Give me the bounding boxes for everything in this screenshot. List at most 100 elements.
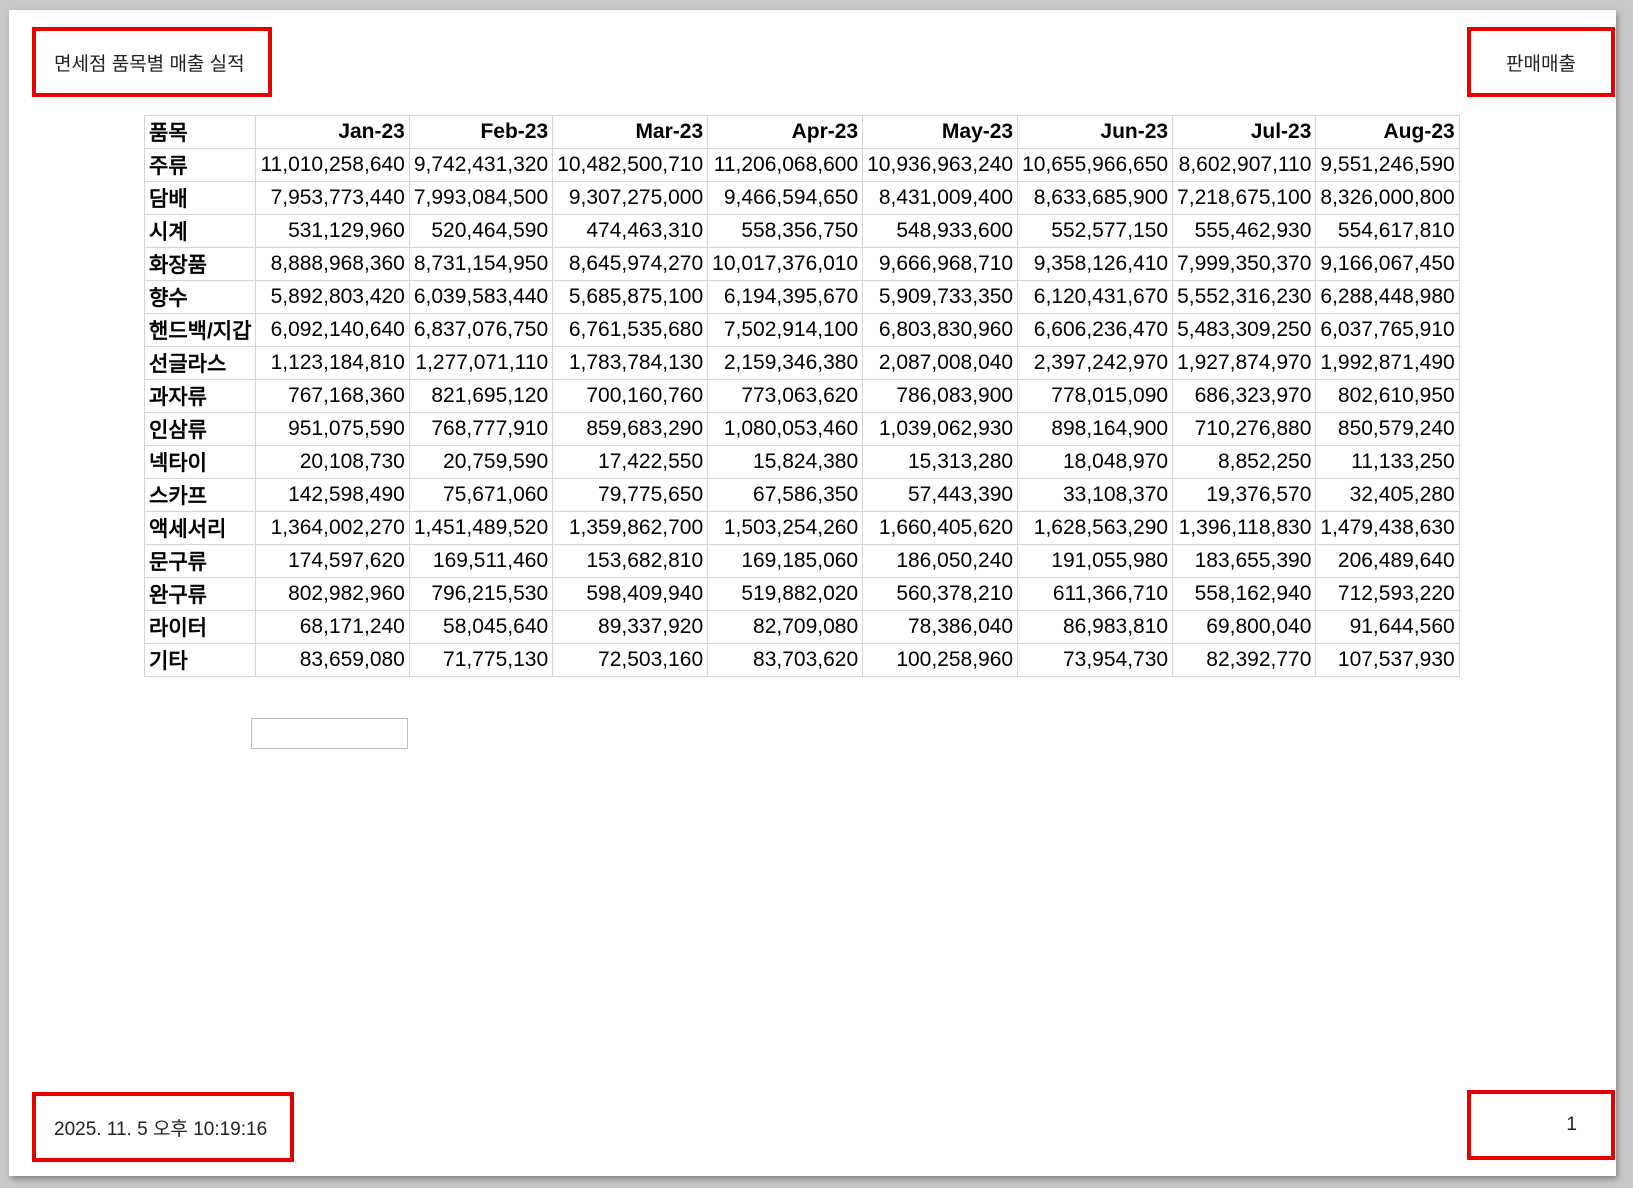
column-header-month: Apr-23 [707, 115, 864, 149]
sales-value-cell: 554,617,810 [1315, 214, 1460, 248]
table-row: 인삼류 951,075,590 768,777,910 859,683,290 1,08… [143, 412, 1460, 446]
sales-value-cell: 6,120,431,670 [1017, 280, 1174, 314]
page-number: 1 [1566, 1114, 1577, 1135]
sales-value-cell: 17,422,550 [552, 445, 709, 479]
column-header-category: 품목 [143, 115, 257, 149]
sales-value-cell: 712,593,220 [1315, 577, 1460, 611]
sales-value-cell: 786,083,900 [862, 379, 1019, 413]
table-row: 화장품 8,888,968,360 8,731,154,950 8,645,974,2… [143, 247, 1460, 281]
sales-value-cell: 11,010,258,640 [255, 148, 410, 182]
table-row: 향수 5,892,803,420 6,039,583,440 5,685,875,10… [143, 280, 1460, 314]
sales-value-cell: 6,039,583,440 [408, 280, 554, 314]
sales-value-cell: 2,087,008,040 [862, 346, 1019, 380]
empty-selected-cell[interactable] [251, 718, 408, 749]
sales-value-cell: 611,366,710 [1017, 577, 1174, 611]
sales-value-cell: 1,992,871,490 [1315, 346, 1460, 380]
table-row: 라이터 68,171,240 58,045,640 89,337,920 82,709,… [143, 610, 1460, 644]
sales-value-cell: 1,503,254,260 [707, 511, 864, 545]
row-category: 과자류 [143, 379, 257, 413]
sales-value-cell: 78,386,040 [862, 610, 1019, 644]
sales-value-cell: 6,092,140,640 [255, 313, 410, 347]
sales-value-cell: 72,503,160 [552, 643, 709, 677]
sales-value-cell: 8,731,154,950 [408, 247, 554, 281]
sales-value-cell: 153,682,810 [552, 544, 709, 578]
row-category: 문구류 [143, 544, 257, 578]
sales-value-cell: 9,666,968,710 [862, 247, 1019, 281]
sales-value-cell: 6,606,236,470 [1017, 313, 1174, 347]
sales-value-cell: 10,482,500,710 [552, 148, 709, 182]
sales-value-cell: 1,039,062,930 [862, 412, 1019, 446]
table-row: 선글라스 1,123,184,810 1,277,071,110 1,783,784,… [143, 346, 1460, 380]
sales-value-cell: 1,660,405,620 [862, 511, 1019, 545]
sales-value-cell: 558,356,750 [707, 214, 864, 248]
sales-value-cell: 686,323,970 [1172, 379, 1317, 413]
column-header-month: Jul-23 [1172, 115, 1317, 149]
sales-value-cell: 8,852,250 [1172, 445, 1317, 479]
column-header-month: Mar-23 [552, 115, 709, 149]
sales-value-cell: 73,954,730 [1017, 643, 1174, 677]
footer-left-box: 2025. 11. 5 오후 10:19:16 [32, 1092, 294, 1162]
sales-value-cell: 2,397,242,970 [1017, 346, 1174, 380]
row-category: 기타 [143, 643, 257, 677]
sales-value-cell: 11,206,068,600 [707, 148, 864, 182]
column-header-month: May-23 [862, 115, 1019, 149]
table-row: 스카프 142,598,490 75,671,060 79,775,650 67,586… [143, 478, 1460, 512]
sales-value-cell: 1,080,053,460 [707, 412, 864, 446]
sales-value-cell: 142,598,490 [255, 478, 410, 512]
sales-value-cell: 7,218,675,100 [1172, 181, 1317, 215]
sales-value-cell: 9,466,594,650 [707, 181, 864, 215]
sales-value-cell: 560,378,210 [862, 577, 1019, 611]
sales-value-cell: 520,464,590 [408, 214, 554, 248]
sales-value-cell: 183,655,390 [1172, 544, 1317, 578]
print-timestamp: 2025. 11. 5 오후 10:19:16 [54, 1118, 268, 1140]
sales-value-cell: 767,168,360 [255, 379, 410, 413]
row-category: 액세서리 [143, 511, 257, 545]
sales-value-cell: 68,171,240 [255, 610, 410, 644]
sales-value-cell: 71,775,130 [408, 643, 554, 677]
row-category: 향수 [143, 280, 257, 314]
report-title: 면세점 품목별 매출 실적 [54, 53, 245, 75]
sales-value-cell: 598,409,940 [552, 577, 709, 611]
sales-value-cell: 778,015,090 [1017, 379, 1174, 413]
row-category: 완구류 [143, 577, 257, 611]
sheet-name: 판매매출 [1506, 53, 1576, 75]
sales-value-cell: 1,364,002,270 [255, 511, 410, 545]
table-row: 주류 11,010,258,640 9,742,431,320 10,482,500,… [143, 148, 1460, 182]
row-category: 선글라스 [143, 346, 257, 380]
table-row: 넥타이 20,108,730 20,759,590 17,422,550 15,824,… [143, 445, 1460, 479]
row-category: 인삼류 [143, 412, 257, 446]
sales-value-cell: 5,892,803,420 [255, 280, 410, 314]
table-row: 문구류 174,597,620 169,511,460 153,682,810 169,… [143, 544, 1460, 578]
table-row: 완구류 802,982,960 796,215,530 598,409,940 519,… [143, 577, 1460, 611]
sales-value-cell: 86,983,810 [1017, 610, 1174, 644]
sales-value-cell: 519,882,020 [707, 577, 864, 611]
sales-value-cell: 33,108,370 [1017, 478, 1174, 512]
sales-value-cell: 5,552,316,230 [1172, 280, 1317, 314]
row-category: 라이터 [143, 610, 257, 644]
sales-value-cell: 89,337,920 [552, 610, 709, 644]
sales-value-cell: 8,888,968,360 [255, 247, 410, 281]
sales-value-cell: 57,443,390 [862, 478, 1019, 512]
row-category: 스카프 [143, 478, 257, 512]
sales-value-cell: 82,709,080 [707, 610, 864, 644]
sales-value-cell: 558,162,940 [1172, 577, 1317, 611]
sales-value-cell: 169,185,060 [707, 544, 864, 578]
sales-value-cell: 82,392,770 [1172, 643, 1317, 677]
sales-value-cell: 20,759,590 [408, 445, 554, 479]
sales-value-cell: 7,999,350,370 [1172, 247, 1317, 281]
sales-value-cell: 8,645,974,270 [552, 247, 709, 281]
sales-value-cell: 7,502,914,100 [707, 313, 864, 347]
sales-value-cell: 1,628,563,290 [1017, 511, 1174, 545]
row-category: 핸드백/지갑 [143, 313, 257, 347]
sales-value-cell: 69,800,040 [1172, 610, 1317, 644]
sales-value-cell: 548,933,600 [862, 214, 1019, 248]
sales-value-cell: 15,313,280 [862, 445, 1019, 479]
sales-value-cell: 1,451,489,520 [408, 511, 554, 545]
sales-value-cell: 5,685,875,100 [552, 280, 709, 314]
sales-value-cell: 1,783,784,130 [552, 346, 709, 380]
column-header-month: Jan-23 [255, 115, 410, 149]
sales-value-cell: 186,050,240 [862, 544, 1019, 578]
sales-value-cell: 710,276,880 [1172, 412, 1317, 446]
column-header-month: Aug-23 [1315, 115, 1460, 149]
sales-value-cell: 552,577,150 [1017, 214, 1174, 248]
